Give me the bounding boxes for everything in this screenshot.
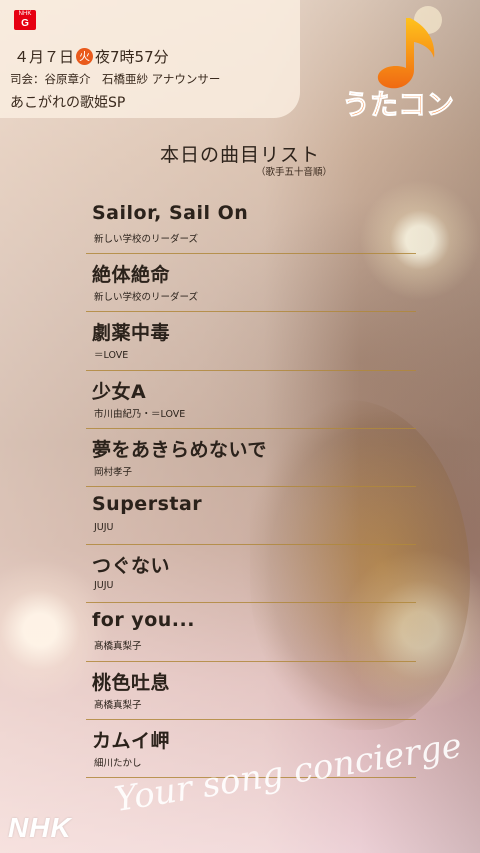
- program-title: あこがれの歌姫SP: [10, 95, 126, 111]
- song-title: Superstar: [92, 492, 203, 515]
- song-item: for you... 髙橋真梨子: [86, 603, 416, 662]
- song-item: 劇薬中毒 ＝LOVE: [86, 312, 416, 371]
- air-datetime: ４月７日火夜7時57分: [14, 46, 169, 67]
- song-artist: 髙橋真梨子: [94, 699, 142, 711]
- song-item: つぐない JUJU: [86, 545, 416, 604]
- song-artist: 細川たかし: [94, 757, 142, 769]
- air-date: ４月７日: [14, 48, 75, 66]
- weekday-badge: 火: [76, 48, 94, 65]
- song-title: 劇薬中毒: [92, 322, 171, 345]
- song-item: 夢をあきらめないで岡村孝子: [86, 429, 416, 487]
- song-artist: 市川由紀乃・＝LOVE: [94, 408, 186, 420]
- song-item: Sailor, Sail On 新しい学校のリーダーズ: [86, 196, 416, 255]
- song-item: 少女A 市川由紀乃・＝LOVE: [86, 371, 416, 429]
- setlist-title: 本日の曲目リスト: [159, 144, 320, 166]
- song-title: Sailor, Sail On: [92, 202, 249, 224]
- nhk-logo: NHK: [8, 812, 72, 843]
- song-artist: 新しい学校のリーダーズ: [94, 234, 199, 245]
- air-time: 夜7時57分: [95, 48, 169, 66]
- song-title: カムイ岬: [92, 729, 171, 752]
- song-title: 夢をあきらめないで: [92, 438, 267, 461]
- song-item: Superstar JUJU: [86, 487, 416, 546]
- song-artist: 岡村孝子: [94, 466, 133, 478]
- song-title: 絶体絶命: [92, 264, 171, 287]
- hosts-line: 司会：谷原章介 石橋亜紗 アナウンサー: [10, 72, 221, 86]
- song-title: for you...: [92, 609, 195, 632]
- song-artist: 新しい学校のリーダーズ: [94, 292, 199, 304]
- song-artist: JUJU: [94, 521, 114, 533]
- setlist-order-note: （歌手五十音順）: [256, 167, 333, 178]
- song-item: 桃色吐息 髙橋真梨子: [86, 662, 416, 720]
- logo-text: うたコン: [342, 88, 454, 121]
- song-title: 少女A: [92, 380, 147, 403]
- song-title: 桃色吐息: [92, 671, 171, 694]
- badge-network: NHK: [18, 11, 32, 17]
- song-artist: 髙橋真梨子: [94, 641, 142, 653]
- song-artist: ＝LOVE: [94, 350, 129, 362]
- song-title: つぐない: [92, 555, 171, 578]
- nhk-g-badge: NHK G: [14, 10, 36, 30]
- song-item: 絶体絶命新しい学校のリーダーズ: [86, 254, 416, 313]
- music-note-icon: うたコン: [341, 6, 455, 122]
- song-artist: JUJU: [94, 580, 114, 592]
- utacon-logo: うたコン: [340, 6, 470, 126]
- broadcast-info-panel: NHK G ４月７日火夜7時57分 司会：谷原章介 石橋亜紗 アナウンサー あこ…: [0, 0, 300, 118]
- badge-channel: G: [21, 18, 29, 29]
- setlist: Sailor, Sail On 新しい学校のリーダーズ 絶体絶命 新しい学校のリーダ…: [86, 196, 416, 778]
